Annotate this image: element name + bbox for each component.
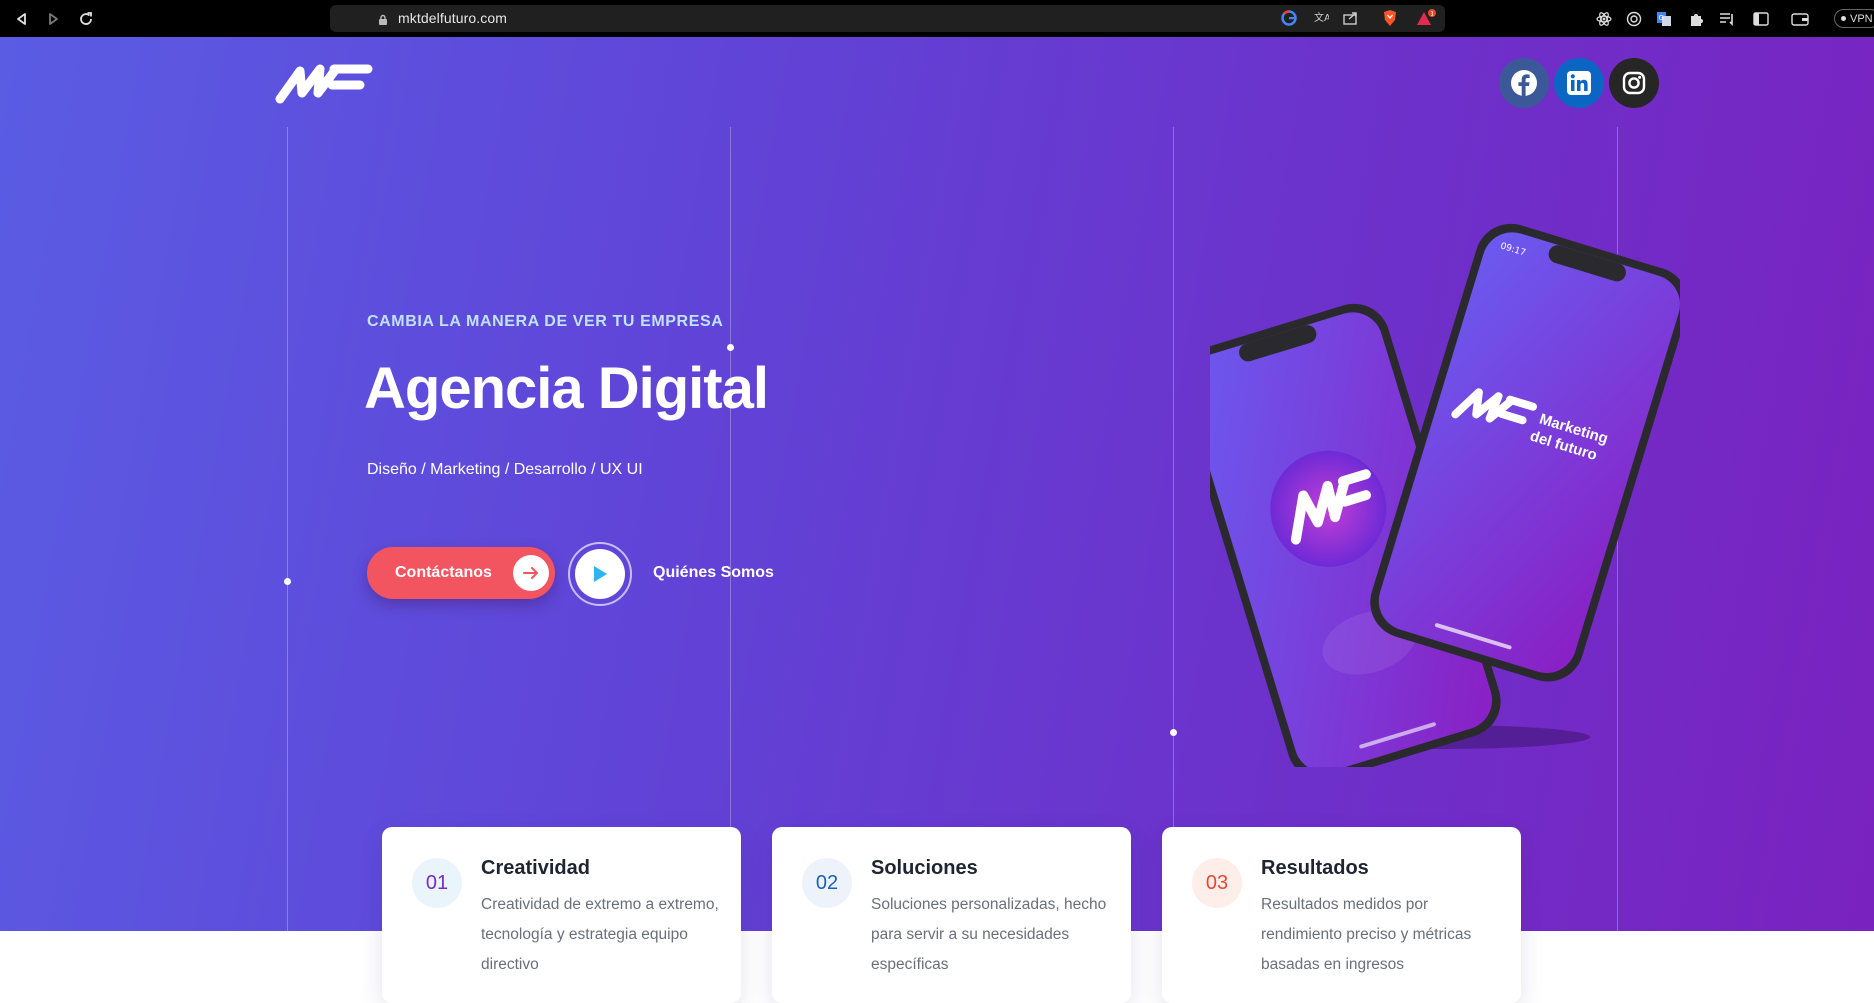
play-icon xyxy=(575,549,625,599)
share-icon[interactable] xyxy=(1343,11,1359,25)
feature-title: Resultados xyxy=(1261,857,1369,879)
feature-description: Soluciones personalizadas, hecho para se… xyxy=(871,896,1107,973)
facebook-button[interactable] xyxy=(1499,58,1549,108)
hero-services: Diseño / Marketing / Desarrollo / UX UI xyxy=(367,461,643,478)
wallet-icon[interactable] xyxy=(1790,9,1810,29)
feature-card: 02 Soluciones Soluciones personalizadas,… xyxy=(772,827,1131,1003)
contact-button-label: Contáctanos xyxy=(395,564,492,581)
browser-toolbar: mktdelfuturo.com 文A 1 G VPN xyxy=(0,0,1874,37)
about-link[interactable]: Quiénes Somos xyxy=(653,564,774,582)
feature-card: 03 Resultados Resultados medidos por ren… xyxy=(1162,827,1521,1003)
forward-icon[interactable] xyxy=(43,9,63,29)
reload-icon[interactable] xyxy=(76,9,96,29)
grid-dot xyxy=(284,578,291,585)
linkedin-icon xyxy=(1567,71,1591,95)
grid-line xyxy=(287,127,288,931)
facebook-icon xyxy=(1511,70,1537,96)
arrow-right-icon xyxy=(513,555,549,591)
address-bar[interactable]: mktdelfuturo.com 文A 1 xyxy=(330,5,1445,32)
grid-dot xyxy=(727,344,734,351)
vpn-status-dot xyxy=(1841,16,1846,21)
grid-line xyxy=(1173,127,1174,931)
contact-button[interactable]: Contáctanos xyxy=(367,547,555,599)
translate-icon[interactable]: 文A xyxy=(1313,10,1329,26)
site-logo[interactable] xyxy=(274,57,376,112)
svg-text:G: G xyxy=(1659,14,1664,22)
vpn-label: VPN xyxy=(1850,12,1873,25)
vpn-button[interactable]: VPN xyxy=(1834,9,1874,28)
url-text: mktdelfuturo.com xyxy=(398,10,507,26)
instagram-button[interactable] xyxy=(1609,58,1659,108)
extensions-puzzle-icon[interactable] xyxy=(1686,9,1706,29)
sidebar-icon[interactable] xyxy=(1751,9,1771,29)
feature-card: 01 Creatividad Creatividad de extremo a … xyxy=(382,827,741,1003)
back-icon[interactable] xyxy=(12,9,32,29)
feature-number: 02 xyxy=(802,858,852,908)
hero-headline: Agencia Digital xyxy=(364,356,769,421)
brave-shields-icon[interactable] xyxy=(1382,9,1398,27)
hero-section: CAMBIA LA MANERA DE VER TU EMPRESA Agenc… xyxy=(0,37,1874,931)
feature-title: Creatividad xyxy=(481,857,590,879)
feature-title: Soluciones xyxy=(871,857,978,879)
feature-number: 03 xyxy=(1192,858,1242,908)
feature-description: Resultados medidos por rendimiento preci… xyxy=(1261,896,1472,973)
target-extension-icon[interactable] xyxy=(1624,9,1644,29)
notification-count: 1 xyxy=(1430,11,1434,18)
instagram-icon xyxy=(1622,71,1646,95)
grid-line xyxy=(730,127,731,931)
grid-dot xyxy=(1170,729,1177,736)
google-translate-extension-icon[interactable]: G xyxy=(1654,9,1674,29)
brave-rewards-icon[interactable]: 1 xyxy=(1415,9,1437,27)
lock-icon xyxy=(378,14,388,26)
hero-kicker: CAMBIA LA MANERA DE VER TU EMPRESA xyxy=(367,313,724,330)
google-icon[interactable] xyxy=(1281,10,1297,26)
linkedin-button[interactable] xyxy=(1554,58,1604,108)
play-video-button[interactable] xyxy=(568,542,632,606)
phones-illustration: 09:17 Marketing del futuro xyxy=(1176,207,1689,781)
reading-list-icon[interactable] xyxy=(1717,9,1737,29)
feature-description: Creatividad de extremo a extremo, tecnol… xyxy=(481,896,719,973)
svg-text:文A: 文A xyxy=(1314,11,1329,24)
react-devtools-icon[interactable] xyxy=(1594,9,1614,29)
feature-number: 01 xyxy=(412,858,462,908)
